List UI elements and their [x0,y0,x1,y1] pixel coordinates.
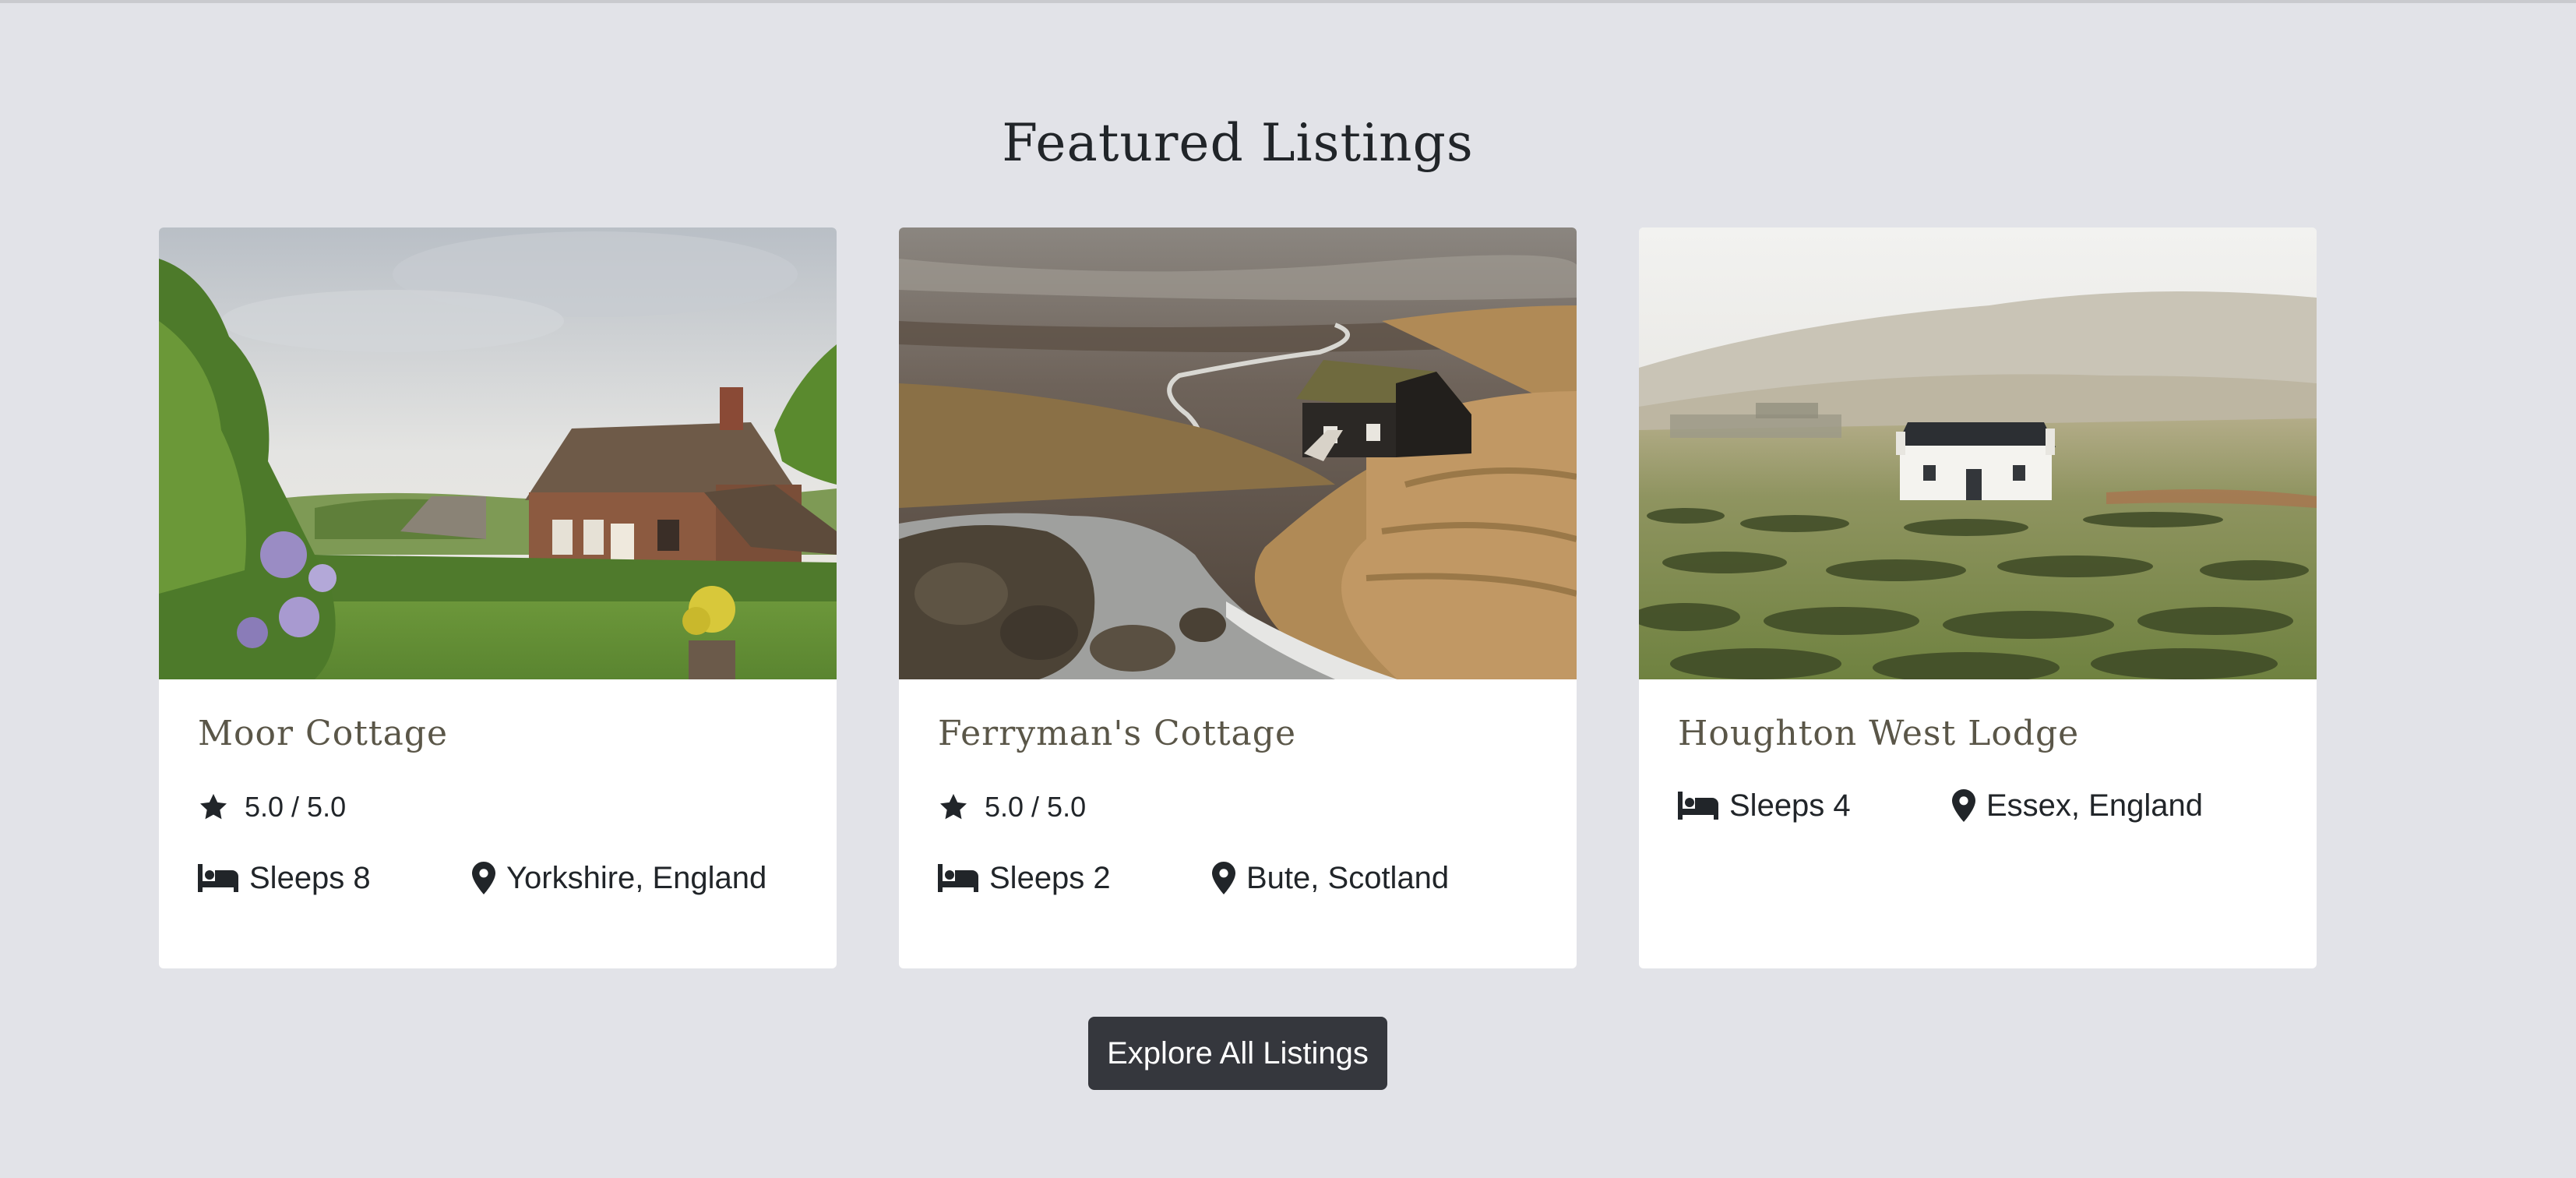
listing-details: Sleeps 2 Bute, Scotland [938,856,1561,900]
location-info: Essex, England [1952,788,2203,824]
listing-photo[interactable] [1639,227,2317,679]
listing-title[interactable]: Houghton West Lodge [1678,709,2079,759]
listing-card-moor-cottage[interactable]: Moor Cottage 5.0 / 5.0 Sleeps 8 Yorkshir… [159,227,837,968]
sleeps-label: Sleeps 4 [1729,788,1851,823]
sleeps-label: Sleeps 2 [989,860,1111,895]
location-info: Bute, Scotland [1212,861,1449,896]
listing-photo[interactable] [159,227,837,679]
explore-all-listings-button[interactable]: Explore All Listings [1088,1017,1387,1090]
location-label: Bute, Scotland [1246,860,1450,895]
rating-value: 5.0 / 5.0 [985,791,1087,823]
map-pin-icon [1952,789,1975,822]
top-divider [0,0,2576,3]
moorland-cottage-photo [1639,227,2317,679]
map-pin-icon [472,862,495,894]
section-title: Featured Listings [1002,113,1474,173]
cottage-garden-photo [159,227,837,679]
sleeps-info: Sleeps 4 [1678,788,1952,824]
listing-rating: 5.0 / 5.0 [938,785,1086,829]
location-label: Essex, England [1986,788,2203,823]
listing-photo[interactable] [899,227,1577,679]
listing-details: Sleeps 4 Essex, England [1678,784,2301,827]
bed-icon [938,862,978,894]
sleeps-info: Sleeps 2 [938,861,1212,896]
star-icon [198,792,229,823]
rating-value: 5.0 / 5.0 [245,791,347,823]
listing-title[interactable]: Moor Cottage [198,709,448,759]
listing-card-ferrymans-cottage[interactable]: Ferryman's Cottage 5.0 / 5.0 Sleeps 2 Bu… [899,227,1577,968]
location-info: Yorkshire, England [472,861,766,896]
bed-icon [198,862,238,894]
listing-details: Sleeps 8 Yorkshire, England [198,856,821,900]
sleeps-info: Sleeps 8 [198,861,472,896]
bed-icon [1678,790,1718,821]
sleeps-label: Sleeps 8 [249,860,371,895]
star-icon [938,792,969,823]
listing-title[interactable]: Ferryman's Cottage [938,709,1296,759]
listing-card-houghton-west-lodge[interactable]: Houghton West Lodge Sleeps 4 Essex, Engl… [1639,227,2317,968]
stream-cottage-photo [899,227,1577,679]
location-label: Yorkshire, England [506,860,767,895]
map-pin-icon [1212,862,1235,894]
listing-rating: 5.0 / 5.0 [198,785,346,829]
